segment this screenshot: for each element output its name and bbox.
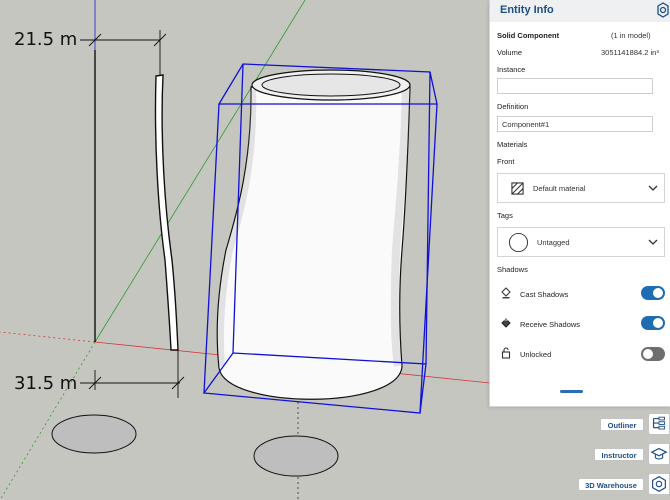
panel-resize-handle[interactable] <box>560 390 583 393</box>
lock-toggle[interactable] <box>641 347 665 361</box>
dimension-bottom <box>80 350 185 398</box>
entity-info-panel: Entity Info Solid Component (1 in model)… <box>489 0 670 407</box>
solid-component[interactable] <box>216 69 411 400</box>
3d-warehouse-button[interactable]: 3D Warehouse <box>578 478 644 491</box>
gear-icon[interactable] <box>655 2 670 18</box>
warehouse-icon[interactable] <box>648 473 670 495</box>
volume-value: 3051141884.2 in³ <box>601 48 659 57</box>
ellipse-shadow-right <box>253 435 339 477</box>
red-axis-dotted <box>0 331 96 343</box>
tag-value: Untagged <box>537 238 570 247</box>
dimension-top <box>80 30 167 78</box>
outliner-icon[interactable] <box>648 413 670 435</box>
chevron-down-icon <box>648 185 658 191</box>
dimension-label-top: 21.5 m <box>14 29 78 50</box>
lock-status-label: Unlocked <box>520 350 552 359</box>
tag-dropdown[interactable]: Untagged <box>497 227 665 257</box>
volume-label: Volume <box>497 48 523 57</box>
materials-label: Materials <box>497 140 528 149</box>
receive-shadows-icon <box>501 318 511 328</box>
material-value: Default material <box>533 184 586 193</box>
material-dropdown[interactable]: Default material <box>497 173 665 203</box>
front-label: Front <box>497 157 515 166</box>
definition-field[interactable]: Component#1 <box>497 116 653 132</box>
ellipse-shadow-left <box>51 414 137 454</box>
chevron-down-icon <box>648 239 658 245</box>
panel-header: Entity Info <box>490 0 670 22</box>
model-count: (1 in model) <box>611 31 651 40</box>
tags-label: Tags <box>497 211 513 220</box>
receive-shadows-toggle[interactable] <box>641 316 665 330</box>
dimension-label-bottom: 31.5 m <box>14 373 78 394</box>
instance-label: Instance <box>497 65 526 74</box>
cast-shadows-icon <box>501 287 511 299</box>
unlock-icon <box>501 347 511 359</box>
instructor-button[interactable]: Instructor <box>594 448 644 461</box>
cast-shadows-label: Cast Shadows <box>520 290 569 299</box>
panel-title: Entity Info <box>500 4 554 16</box>
definition-label: Definition <box>497 102 529 111</box>
entity-type: Solid Component <box>497 31 560 40</box>
material-swatch-icon <box>511 182 524 195</box>
cast-shadows-toggle[interactable] <box>641 286 665 300</box>
instructor-icon[interactable] <box>648 443 670 465</box>
receive-shadows-label: Receive Shadows <box>520 320 581 329</box>
shadows-label: Shadows <box>497 265 528 274</box>
instance-field[interactable] <box>497 78 653 94</box>
outliner-button[interactable]: Outliner <box>600 418 644 431</box>
tag-circle-icon <box>508 232 529 253</box>
